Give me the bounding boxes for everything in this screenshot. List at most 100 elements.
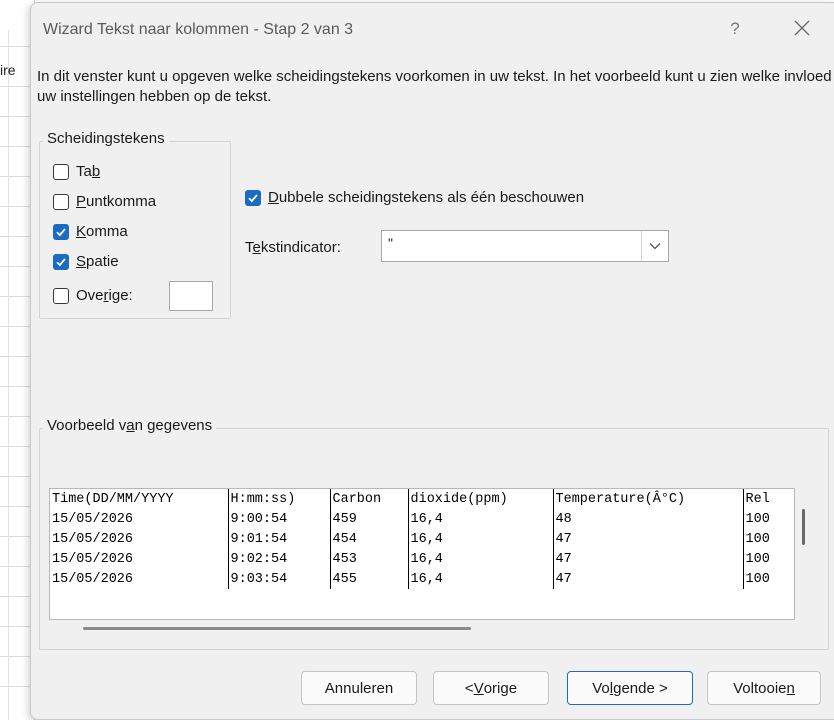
text-qualifier-select[interactable]: " — [381, 230, 669, 262]
preview-cell: 16,4 — [407, 549, 553, 569]
other-checkbox[interactable]: Overige: — [53, 287, 133, 304]
checkbox-label: Tab — [76, 163, 101, 180]
sheet-gridline — [0, 476, 34, 477]
checkbox-label: Komma — [76, 223, 128, 240]
preview-cell: 453 — [329, 549, 408, 569]
preview-cell: 454 — [329, 529, 408, 549]
sheet-gridline — [0, 446, 34, 447]
sheet-gridline — [0, 86, 34, 87]
preview-cell: 9:00:54 — [227, 509, 330, 529]
dropdown-button[interactable] — [641, 231, 668, 261]
sheet-gridline — [0, 236, 34, 237]
preview-row: Time(DD/MM/YYYY H:mm:ss) Carbon dioxide(ppm… — [50, 489, 783, 509]
preview-cell: 47 — [552, 549, 743, 569]
preview-cell: 100 — [742, 549, 783, 569]
sheet-gridline — [0, 146, 34, 147]
data-preview[interactable]: Time(DD/MM/YYYY H:mm:ss) Carbon dioxide(ppm… — [49, 488, 795, 620]
sheet-gridline — [0, 116, 34, 117]
preview-cell: 459 — [329, 509, 408, 529]
comma-checkbox[interactable]: Komma — [53, 223, 128, 240]
sheet-gridline — [0, 266, 34, 267]
checkbox-label: Spatie — [76, 253, 119, 270]
preview-row: 15/05/2026 9:00:54 459 16,4 48 100 — [50, 509, 783, 529]
tab-checkbox[interactable]: Tab — [53, 163, 100, 180]
data-preview-legend: Voorbeeld van gegevens — [43, 417, 217, 434]
checkbox-box[interactable] — [53, 223, 69, 240]
next-button[interactable]: Vo l gende > — [567, 671, 693, 705]
checkbox-box[interactable] — [245, 189, 261, 206]
preview-cell: Carbon — [329, 489, 408, 509]
preview-row: 15/05/2026 9:01:54 454 16,4 47 100 — [50, 529, 783, 549]
preview-row: 15/05/2026 9:02:54 453 16,4 47 100 — [50, 549, 783, 569]
text-qualifier-label: Tekstindicator: — [245, 239, 341, 256]
sheet-gridline — [0, 296, 34, 297]
preview-cell: 47 — [552, 569, 743, 589]
text-qualifier-value: " — [388, 235, 393, 251]
sheet-cell-text: ire — [0, 62, 16, 78]
intro-text: In dit venster kunt u opgeven welke sche… — [37, 68, 832, 105]
sheet-gridline — [0, 176, 34, 177]
sheet-gridline — [0, 596, 34, 597]
close-icon — [794, 20, 810, 36]
sheet-gridline — [0, 656, 34, 657]
delimiters-legend: Scheidingstekens — [43, 130, 169, 147]
checkbox-label: Puntkomma — [76, 193, 157, 210]
preview-cell: Time(DD/MM/YYYY — [52, 491, 174, 507]
preview-cell: 100 — [742, 529, 783, 549]
sheet-gridline — [0, 506, 34, 507]
preview-cell: 15/05/2026 — [52, 531, 134, 547]
preview-cell: 100 — [742, 509, 783, 529]
checkbox-box[interactable] — [53, 253, 69, 270]
dialog-titlebar: Wizard Tekst naar kolommen - Stap 2 van … — [31, 3, 834, 59]
preview-row: 15/05/2026 9:03:54 455 16,4 47 100 — [50, 569, 783, 589]
cancel-button[interactable]: Annuleren — [301, 671, 417, 705]
preview-cell: 48 — [552, 509, 743, 529]
preview-cell: 9:02:54 — [227, 549, 330, 569]
checkmark-icon — [56, 257, 66, 266]
preview-table: Time(DD/MM/YYYY H:mm:ss) Carbon dioxide(ppm… — [50, 489, 783, 589]
preview-cell: 15/05/2026 — [52, 571, 134, 587]
sheet-gridline — [0, 206, 34, 207]
preview-cell: 15/05/2026 — [52, 551, 134, 567]
preview-cell: 16,4 — [407, 509, 553, 529]
preview-cell: 47 — [552, 529, 743, 549]
chevron-down-icon — [649, 243, 661, 250]
preview-table-body: Time(DD/MM/YYYY H:mm:ss) Carbon dioxide(ppm… — [50, 489, 783, 589]
finish-button[interactable]: Voltooie n — [707, 671, 821, 705]
treat-consecutive-checkbox[interactable]: Dubbele scheidingstekens als één beschou… — [245, 189, 584, 206]
preview-cell: 16,4 — [407, 569, 553, 589]
help-button[interactable]: ? — [725, 19, 745, 39]
preview-cell: 16,4 — [407, 529, 553, 549]
preview-cell: Temperature(Â°C) — [552, 489, 743, 509]
semicolon-checkbox[interactable]: Puntkomma — [53, 193, 156, 210]
checkbox-label: Overige: — [76, 287, 133, 304]
back-button[interactable]: < Vorige — [433, 671, 549, 705]
preview-cell: 455 — [329, 569, 408, 589]
dialog-title: Wizard Tekst naar kolommen - Stap 2 van … — [43, 21, 354, 38]
checkbox-box[interactable] — [53, 193, 69, 210]
sheet-gridline — [0, 536, 34, 537]
other-delimiter-input[interactable] — [169, 281, 213, 311]
preview-cell: 100 — [742, 569, 783, 589]
sheet-gridline — [0, 386, 34, 387]
checkbox-label: Dubbele scheidingstekens als één beschou… — [268, 189, 585, 206]
sheet-column-line — [8, 30, 9, 720]
checkbox-box[interactable] — [53, 287, 69, 304]
sheet-gridline — [0, 326, 34, 327]
sheet-gridline — [0, 626, 34, 627]
preview-cell: 9:03:54 — [227, 569, 330, 589]
preview-cell: Rel — [742, 489, 783, 509]
vertical-scrollbar[interactable] — [802, 509, 805, 545]
sheet-gridline — [0, 46, 34, 47]
preview-cell: 15/05/2026 — [52, 511, 134, 527]
close-button[interactable] — [789, 15, 815, 41]
space-checkbox[interactable]: Spatie — [53, 253, 119, 270]
text-to-columns-dialog: Wizard Tekst naar kolommen - Stap 2 van … — [30, 2, 834, 720]
preview-cell: H:mm:ss) — [227, 489, 330, 509]
checkmark-icon — [56, 227, 66, 236]
sheet-gridline — [0, 566, 34, 567]
preview-cell: 9:01:54 — [227, 529, 330, 549]
horizontal-scrollbar[interactable] — [83, 627, 471, 630]
checkbox-box[interactable] — [53, 163, 69, 180]
checkmark-icon — [248, 193, 258, 202]
